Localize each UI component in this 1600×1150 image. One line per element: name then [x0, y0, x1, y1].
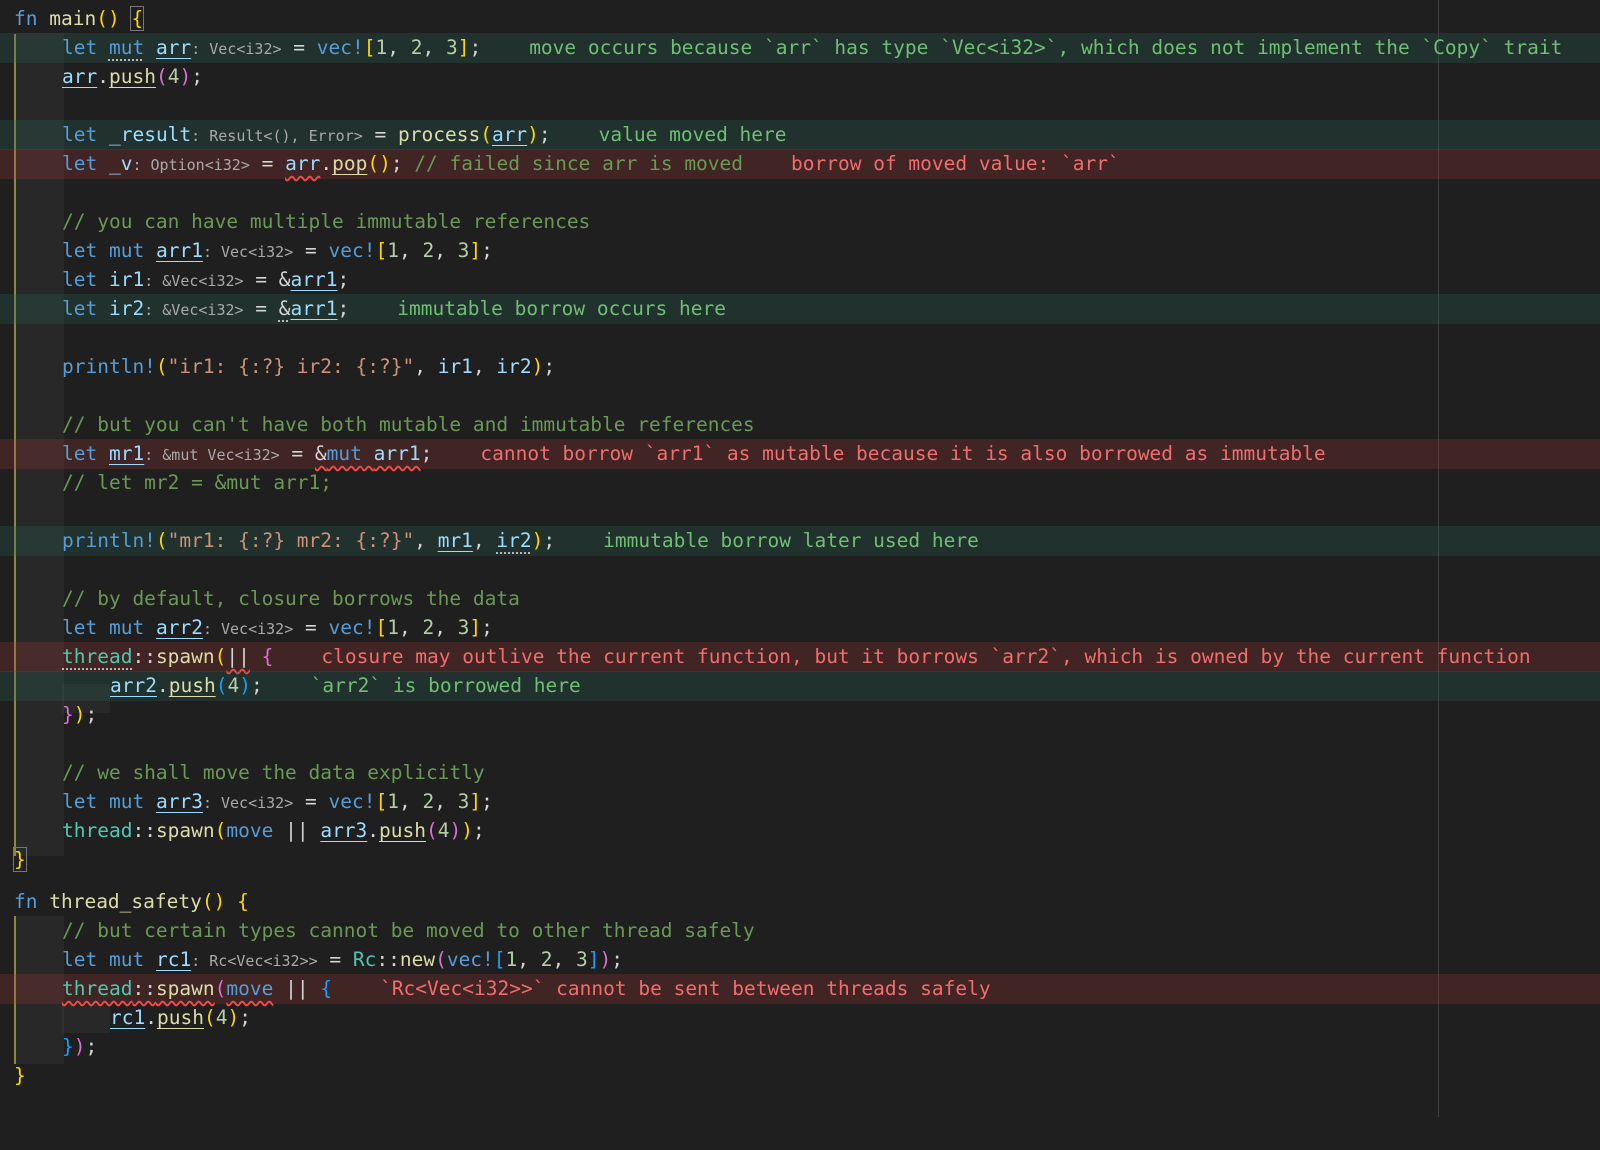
code-line[interactable]: thread::spawn(move || {`Rc<Vec<i32>>` ca…: [0, 974, 1600, 1004]
code-line[interactable]: // we shall move the data explicitly: [0, 758, 1600, 788]
code-line[interactable]: println!("mr1: {:?} mr2: {:?}", mr1, ir2…: [0, 526, 1600, 556]
code-line[interactable]: // you can have multiple immutable refer…: [0, 207, 1600, 237]
code-line[interactable]: fn main() {: [0, 4, 1600, 34]
code-line[interactable]: });: [0, 700, 1600, 730]
code-line[interactable]: let mut arr: Vec<i32> = vec![1, 2, 3]; mo…: [0, 33, 1600, 63]
code-line[interactable]: let ir2: &Vec<i32> = &arr1; immutable bor…: [0, 294, 1600, 324]
diagnostic-message: move occurs because `arr` has type `Vec<…: [529, 36, 1563, 59]
code-line[interactable]: }: [0, 1061, 1600, 1091]
diagnostic-message: `arr2` is borrowed here: [310, 674, 581, 697]
code-line[interactable]: let mut arr2: Vec<i32> = vec![1, 2, 3];: [0, 613, 1600, 643]
code-line[interactable]: thread::spawn(move || arr3.push(4));: [0, 816, 1600, 846]
code-line[interactable]: // by default, closure borrows the data: [0, 584, 1600, 614]
code-line[interactable]: let mut rc1: Rc<Vec<i32>> = Rc::new(vec!…: [0, 945, 1600, 975]
diagnostic-message: immutable borrow occurs here: [397, 297, 726, 320]
code-line[interactable]: thread::spawn(|| {closure may outlive th…: [0, 642, 1600, 672]
code-line[interactable]: arr2.push(4); `arr2` is borrowed here: [0, 671, 1600, 701]
diagnostic-message: borrow of moved value: `arr`: [791, 152, 1120, 175]
diagnostic-message: cannot borrow `arr1` as mutable because …: [480, 442, 1326, 465]
code-line[interactable]: arr.push(4);: [0, 62, 1600, 92]
code-line[interactable]: });: [0, 1032, 1600, 1062]
code-line[interactable]: // but certain types cannot be moved to …: [0, 916, 1600, 946]
code-line[interactable]: fn thread_safety() {: [0, 887, 1600, 917]
code-line[interactable]: // but you can't have both mutable and i…: [0, 410, 1600, 440]
code-line[interactable]: let ir1: &Vec<i32> = &arr1;: [0, 265, 1600, 295]
code-line[interactable]: // let mr2 = &mut arr1;: [0, 468, 1600, 498]
code-line[interactable]: let mut arr1: Vec<i32> = vec![1, 2, 3];: [0, 236, 1600, 266]
diagnostic-message: `Rc<Vec<i32>>` cannot be sent between th…: [380, 977, 991, 1000]
code-line[interactable]: let _result: Result<(), Error> = process…: [0, 120, 1600, 150]
code-line[interactable]: }: [0, 845, 1600, 875]
code-line[interactable]: println!("ir1: {:?} ir2: {:?}", ir1, ir2…: [0, 352, 1600, 382]
code-line[interactable]: let mut arr3: Vec<i32> = vec![1, 2, 3];: [0, 787, 1600, 817]
code-line[interactable]: rc1.push(4);: [0, 1003, 1600, 1033]
code-line[interactable]: let mr1: &mut Vec<i32> = &mut arr1; canno…: [0, 439, 1600, 469]
diagnostic-message: closure may outlive the current function…: [321, 645, 1531, 668]
code-line[interactable]: let _v: Option<i32> = arr.pop(); // fail…: [0, 149, 1600, 179]
code-editor[interactable]: fn main() { let mut arr: Vec<i32> = vec!…: [0, 0, 1600, 1117]
diagnostic-message: value moved here: [598, 123, 787, 146]
diagnostic-message: immutable borrow later used here: [603, 529, 979, 552]
